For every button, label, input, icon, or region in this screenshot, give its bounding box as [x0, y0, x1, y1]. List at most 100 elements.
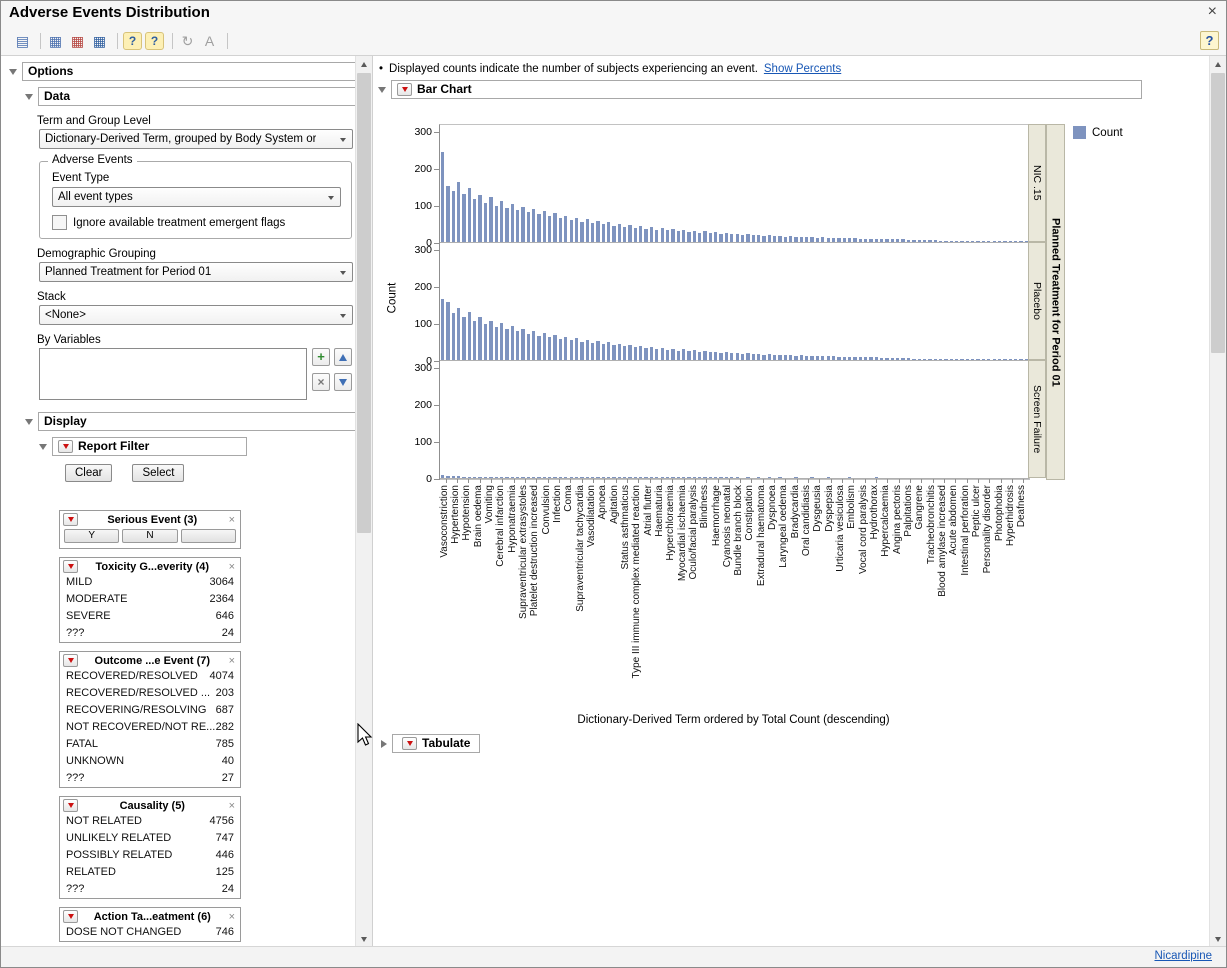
bar[interactable] — [762, 355, 765, 360]
filter-close-icon[interactable]: × — [227, 911, 237, 923]
bar[interactable] — [655, 230, 658, 242]
bar[interactable] — [570, 340, 573, 360]
bar[interactable] — [912, 240, 915, 242]
filter-row[interactable]: MODERATE2364 — [60, 591, 240, 608]
filter-row[interactable]: RECOVERING/RESOLVING687 — [60, 702, 240, 719]
bar[interactable] — [543, 333, 546, 360]
font-tool-icon[interactable]: A — [200, 32, 219, 51]
bar[interactable] — [966, 241, 969, 242]
bar[interactable] — [655, 477, 658, 478]
bar[interactable] — [682, 349, 685, 360]
red-triangle-menu-icon[interactable] — [63, 560, 78, 573]
bar[interactable] — [618, 477, 621, 478]
bar[interactable] — [687, 351, 690, 360]
bar[interactable] — [741, 354, 744, 360]
bar[interactable] — [693, 477, 696, 478]
bar[interactable] — [864, 357, 867, 360]
bar[interactable] — [810, 237, 813, 242]
bar[interactable] — [505, 329, 508, 360]
red-triangle-menu-icon[interactable] — [63, 513, 78, 526]
bar[interactable] — [859, 239, 862, 242]
bar[interactable] — [982, 241, 985, 242]
bar[interactable] — [607, 477, 610, 478]
bar[interactable] — [1014, 359, 1017, 360]
bar[interactable] — [832, 356, 835, 360]
bar[interactable] — [869, 239, 872, 242]
bar[interactable] — [837, 238, 840, 242]
bar[interactable] — [976, 241, 979, 242]
demographic-grouping-combo[interactable]: Planned Treatment for Period 01 — [39, 262, 353, 282]
filter-row[interactable]: POSSIBLY RELATED446 — [60, 847, 240, 864]
bar[interactable] — [473, 199, 476, 242]
bar[interactable] — [752, 354, 755, 360]
bar[interactable] — [548, 216, 551, 242]
bar[interactable] — [993, 241, 996, 242]
bar[interactable] — [537, 336, 540, 360]
close-icon[interactable]: × — [1208, 3, 1217, 21]
bar[interactable] — [639, 477, 642, 478]
bar[interactable] — [537, 477, 540, 478]
bar[interactable] — [709, 477, 712, 478]
bar[interactable] — [575, 338, 578, 360]
bar[interactable] — [575, 477, 578, 478]
bar[interactable] — [634, 228, 637, 242]
bar[interactable] — [746, 477, 749, 478]
red-triangle-menu-icon[interactable] — [58, 440, 73, 453]
filter-row[interactable]: ???24 — [60, 881, 240, 898]
bar[interactable] — [596, 221, 599, 242]
bar[interactable] — [521, 329, 524, 360]
help-tip-icon[interactable]: ? — [123, 32, 142, 50]
bar[interactable] — [478, 477, 481, 478]
bar[interactable] — [682, 230, 685, 242]
bar[interactable] — [468, 188, 471, 242]
bar[interactable] — [639, 226, 642, 242]
bar[interactable] — [971, 359, 974, 360]
bar[interactable] — [987, 359, 990, 360]
bar[interactable] — [950, 359, 953, 360]
bar[interactable] — [982, 359, 985, 360]
bar[interactable] — [516, 210, 519, 242]
bar[interactable] — [987, 241, 990, 242]
bar[interactable] — [452, 191, 455, 242]
bar[interactable] — [553, 335, 556, 360]
bar[interactable] — [543, 477, 546, 478]
bar[interactable] — [757, 235, 760, 242]
bar[interactable] — [602, 224, 605, 242]
bar[interactable] — [441, 152, 444, 242]
bar[interactable] — [719, 234, 722, 242]
filter-row[interactable]: SEVERE646 — [60, 608, 240, 625]
bar[interactable] — [853, 357, 856, 360]
bar[interactable] — [821, 356, 824, 360]
context-help-icon[interactable]: ? — [145, 32, 164, 50]
bar[interactable] — [677, 351, 680, 361]
bar[interactable] — [944, 241, 947, 242]
bar[interactable] — [1009, 241, 1012, 242]
bar[interactable] — [891, 358, 894, 360]
red-triangle-menu-icon[interactable] — [63, 910, 78, 923]
filter-row[interactable]: ???27 — [60, 770, 240, 787]
bar[interactable] — [719, 477, 722, 478]
bar[interactable] — [923, 240, 926, 242]
bar[interactable] — [816, 356, 819, 360]
bar[interactable] — [591, 477, 594, 478]
bar[interactable] — [527, 477, 530, 478]
add-variable-button[interactable]: + — [312, 348, 330, 366]
bar[interactable] — [623, 477, 626, 478]
filter-row[interactable]: RECOVERED/RESOLVED ...203 — [60, 685, 240, 702]
bar[interactable] — [976, 359, 979, 360]
bar[interactable] — [457, 308, 460, 360]
bar[interactable] — [998, 359, 1001, 360]
bar[interactable] — [671, 229, 674, 242]
bar[interactable] — [800, 355, 803, 360]
bar[interactable] — [827, 477, 830, 478]
bar[interactable] — [580, 477, 583, 478]
scrollbar-thumb[interactable] — [357, 73, 371, 533]
bar[interactable] — [462, 194, 465, 242]
bar[interactable] — [661, 477, 664, 478]
bar[interactable] — [907, 358, 910, 360]
bar[interactable] — [1019, 359, 1022, 360]
disclosure-open-icon[interactable] — [25, 94, 33, 100]
bar[interactable] — [628, 345, 631, 360]
display-title-box[interactable]: Display — [38, 412, 356, 431]
bar[interactable] — [666, 477, 669, 478]
